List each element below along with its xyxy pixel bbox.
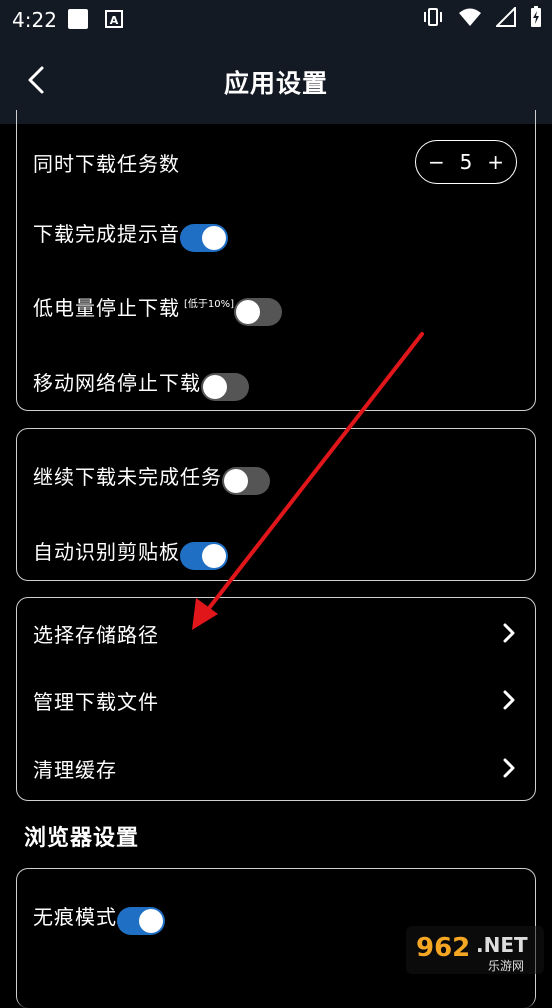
wifi-icon bbox=[459, 8, 481, 26]
battery-charging-icon bbox=[531, 6, 541, 27]
incognito-label: 无痕模式 bbox=[33, 904, 117, 929]
status-time: 4:22 bbox=[12, 8, 57, 32]
notification-square-icon bbox=[68, 9, 88, 29]
low-battery-note: [低于10%] bbox=[184, 298, 235, 310]
concurrent-tasks-label: 同时下载任务数 bbox=[33, 151, 180, 176]
toggle-knob bbox=[224, 469, 248, 493]
download-settings-card: 同时下载任务数 − 5 + 下载完成提示音 低电量停止下载 [低于10%] 移动… bbox=[16, 110, 536, 411]
concurrent-tasks-row: 同时下载任务数 − 5 + bbox=[33, 140, 517, 184]
page-title: 应用设置 bbox=[223, 69, 328, 98]
toggle-knob bbox=[139, 909, 163, 933]
mobile-network-toggle[interactable] bbox=[201, 373, 249, 401]
chevron-right-icon bbox=[503, 758, 515, 778]
vibrate-icon bbox=[424, 8, 442, 26]
concurrent-tasks-stepper: − 5 + bbox=[415, 140, 517, 184]
toggle-knob bbox=[203, 375, 227, 399]
low-battery-toggle[interactable] bbox=[234, 298, 283, 326]
chevron-right-icon bbox=[503, 623, 515, 643]
complete-sound-toggle[interactable] bbox=[180, 224, 228, 252]
browser-section-title: 浏览器设置 bbox=[24, 826, 140, 851]
toggle-knob bbox=[202, 226, 226, 250]
watermark-suffix: .NET bbox=[476, 933, 528, 957]
storage-path-label: 选择存储路径 bbox=[33, 622, 159, 647]
storage-settings-card: 选择存储路径 管理下载文件 清理缓存 bbox=[16, 597, 536, 801]
complete-sound-label: 下载完成提示音 bbox=[33, 221, 180, 246]
decrement-button[interactable]: − bbox=[428, 150, 445, 174]
status-bar: 4:22 A bbox=[0, 0, 552, 38]
continue-tasks-row: 继续下载未完成任务 bbox=[33, 455, 517, 495]
font-a-icon: A bbox=[105, 10, 123, 28]
continue-tasks-label: 继续下载未完成任务 bbox=[33, 464, 222, 489]
storage-path-row[interactable]: 选择存储路径 bbox=[33, 613, 517, 653]
watermark-site: 乐游网 bbox=[488, 959, 524, 973]
mobile-network-row: 移动网络停止下载 bbox=[33, 361, 517, 401]
clipboard-toggle[interactable] bbox=[180, 542, 228, 570]
resume-settings-card: 继续下载未完成任务 自动识别剪贴板 bbox=[16, 428, 536, 581]
cellular-signal-icon bbox=[496, 7, 516, 27]
svg-text:A: A bbox=[110, 14, 119, 27]
incognito-toggle[interactable] bbox=[117, 907, 165, 935]
manage-files-label: 管理下载文件 bbox=[33, 689, 159, 714]
watermark-logo: 962 .NET 乐游网 bbox=[406, 926, 544, 974]
clear-cache-label: 清理缓存 bbox=[33, 757, 117, 782]
complete-sound-row: 下载完成提示音 bbox=[33, 212, 517, 252]
manage-files-row[interactable]: 管理下载文件 bbox=[33, 680, 517, 720]
chevron-right-icon bbox=[503, 690, 515, 710]
low-battery-row: 低电量停止下载 [低于10%] bbox=[33, 286, 517, 326]
clear-cache-row[interactable]: 清理缓存 bbox=[33, 748, 517, 788]
clipboard-label: 自动识别剪贴板 bbox=[33, 539, 180, 564]
toggle-knob bbox=[202, 544, 226, 568]
clipboard-row: 自动识别剪贴板 bbox=[33, 530, 517, 570]
continue-tasks-toggle[interactable] bbox=[222, 467, 270, 495]
toggle-knob bbox=[236, 300, 261, 324]
watermark-brand: 962 bbox=[416, 933, 470, 963]
mobile-network-label: 移动网络停止下载 bbox=[33, 370, 201, 395]
increment-button[interactable]: + bbox=[487, 150, 504, 174]
stepper-value: 5 bbox=[459, 150, 473, 174]
low-battery-label: 低电量停止下载 bbox=[33, 295, 180, 320]
